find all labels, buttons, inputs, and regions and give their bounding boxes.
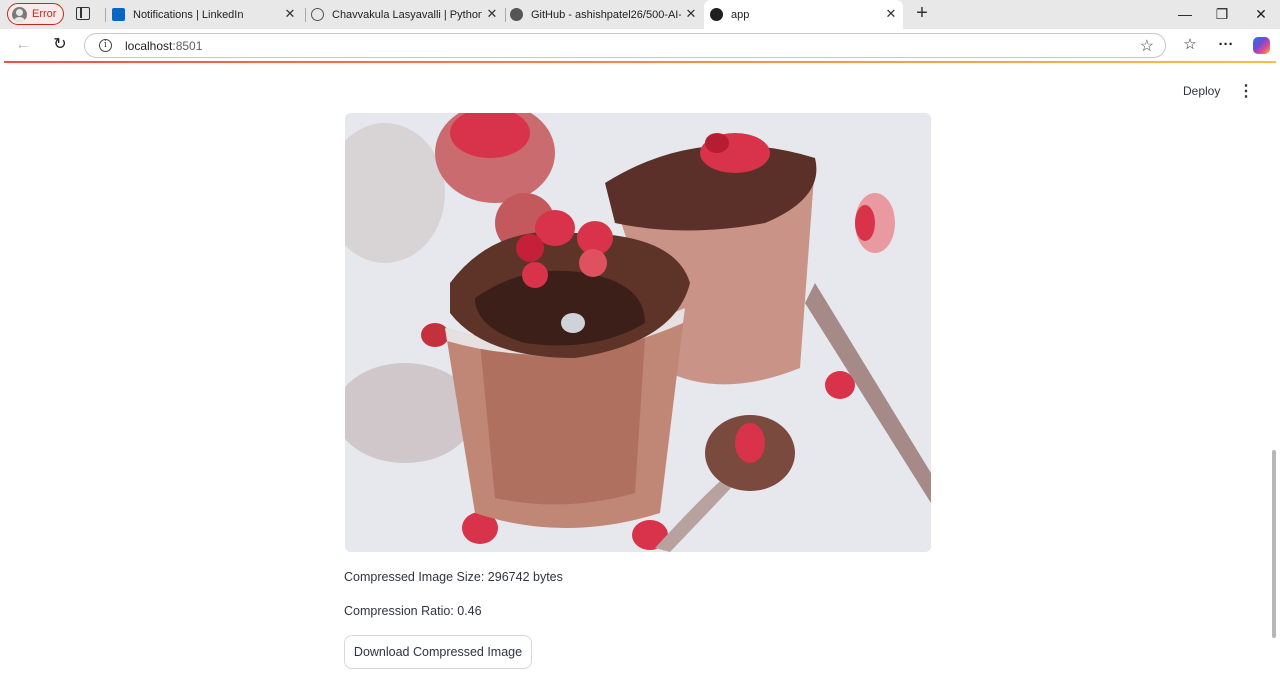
tab-portfolio[interactable]: Chavvakula Lasyavalli | Python De ✕ [311,0,504,29]
close-icon[interactable]: ✕ [486,7,498,20]
profile-avatar-icon [12,6,27,22]
globe-icon [311,8,324,21]
tab-github[interactable]: GitHub - ashishpatel26/500-AI-M ✕ [510,0,703,29]
url-text: localhost:8501 [125,39,203,53]
deploy-button[interactable]: Deploy [1183,84,1220,98]
tab-linkedin[interactable]: Notifications | LinkedIn ✕ [112,0,302,29]
window-close-icon[interactable]: ✕ [1251,4,1271,24]
copilot-icon[interactable] [1253,37,1270,54]
reload-icon[interactable]: ↻ [50,35,70,55]
close-icon[interactable]: ✕ [284,7,296,20]
close-icon[interactable]: ✕ [685,7,697,20]
favorite-star-icon[interactable]: ☆ [1140,36,1154,56]
main-menu-icon[interactable]: ⋮ [1238,84,1254,100]
compression-ratio-text: Compression Ratio: 0.46 [344,604,482,618]
tab-title: app [731,8,750,21]
profile-status-label: Error [32,8,57,20]
browser-toolbar: ← ↻ i localhost:8501 ☆ ☆ ··· [0,29,1280,61]
github-icon [510,8,523,21]
tab-title: Notifications | LinkedIn [133,8,244,21]
minimize-icon[interactable]: — [1175,4,1195,24]
compressed-image [345,113,931,552]
maximize-icon[interactable]: ❐ [1212,4,1232,24]
tab-actions-icon[interactable] [76,7,90,20]
back-arrow-icon[interactable]: ← [13,35,33,55]
browser-tab-bar: Error Notifications | LinkedIn ✕ Chavvak… [0,0,1280,29]
download-compressed-image-button[interactable]: Download Compressed Image [344,635,532,669]
compressed-size-text: Compressed Image Size: 296742 bytes [344,570,563,584]
tab-title: GitHub - ashishpatel26/500-AI-M [531,8,681,21]
scrollbar[interactable] [1272,450,1276,638]
tab-separator [305,8,306,22]
more-options-icon[interactable]: ··· [1216,35,1236,55]
profile-button[interactable]: Error [7,3,64,25]
close-icon[interactable]: ✕ [885,7,897,20]
tab-title: Chavvakula Lasyavalli | Python De [332,8,482,21]
tab-separator [505,8,506,22]
new-tab-button[interactable]: + [913,3,931,23]
linkedin-icon [112,8,125,21]
site-info-icon[interactable]: i [99,39,112,52]
streamlit-icon [710,8,723,21]
favorites-icon[interactable]: ☆ [1180,35,1200,55]
tab-app[interactable]: app ✕ [704,0,903,29]
address-bar[interactable]: i localhost:8501 ☆ [84,33,1166,58]
tab-separator [105,8,106,22]
